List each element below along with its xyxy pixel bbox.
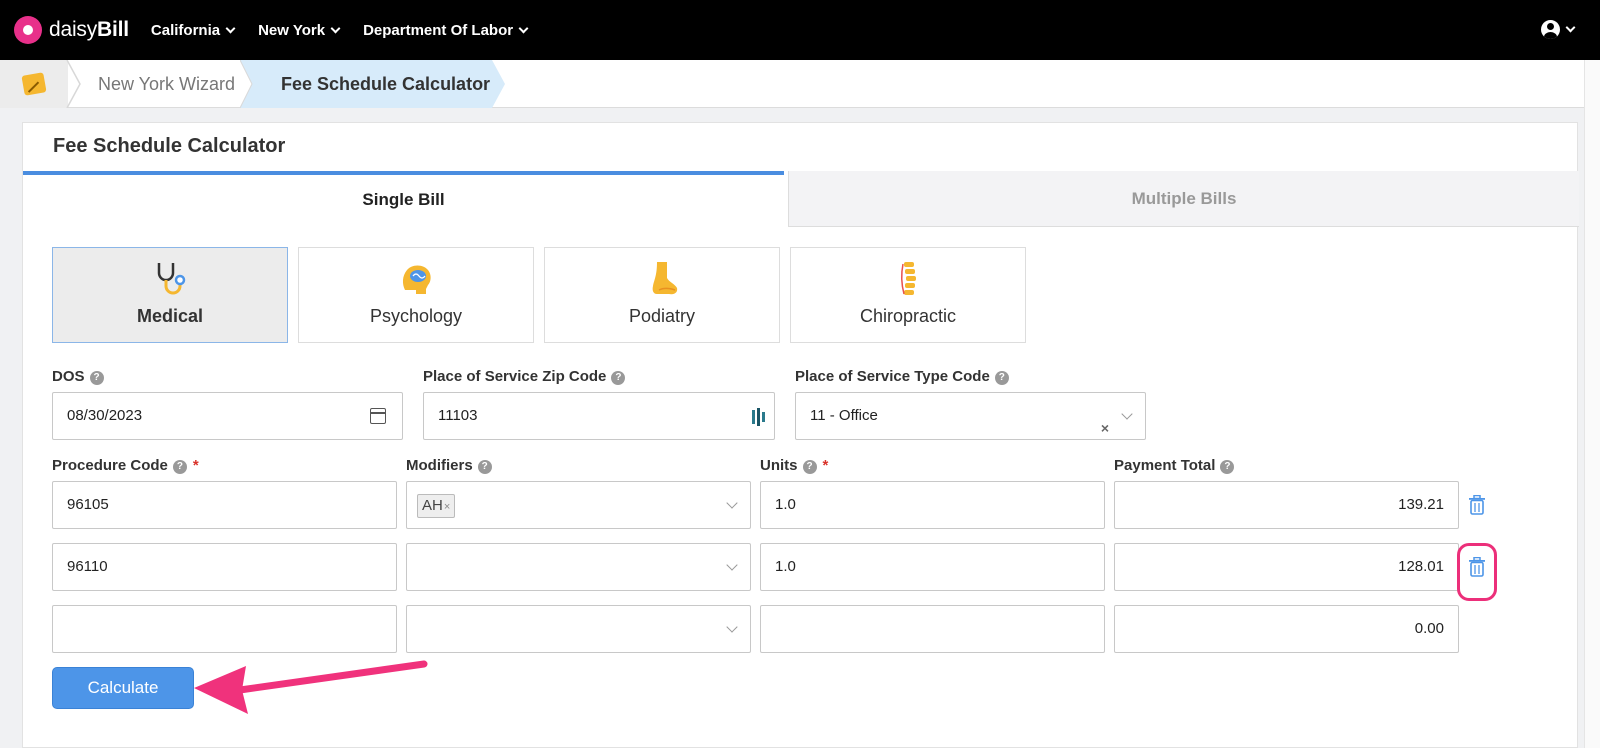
breadcrumb-fee-schedule-calculator: Fee Schedule Calculator <box>281 74 491 94</box>
pos-type-select[interactable]: 11 - Office × <box>795 392 1146 440</box>
nav-california[interactable]: California <box>151 22 236 39</box>
zip-value: 11103 <box>438 407 478 424</box>
spine-icon <box>900 262 916 295</box>
units-input[interactable]: 1.0 <box>760 543 1105 591</box>
chevron-down-icon <box>225 23 236 33</box>
specialty-label: Medical <box>136 306 204 326</box>
dos-label: DOS? <box>52 368 104 385</box>
remove-tag-icon[interactable]: × <box>444 501 450 513</box>
help-icon[interactable]: ? <box>1220 460 1235 474</box>
tab-multiple-bills[interactable]: Multiple Bills <box>788 171 1579 227</box>
procedure-code-input[interactable]: 96105 <box>52 481 397 529</box>
modifiers-select[interactable] <box>406 543 751 591</box>
specialty-medical[interactable]: Medical <box>52 247 288 343</box>
zip-code-input[interactable]: 11103 <box>423 392 775 440</box>
user-circle-icon <box>1541 20 1560 39</box>
zip-label: Place of Service Zip Code? <box>423 368 626 385</box>
help-icon[interactable]: ? <box>802 460 817 474</box>
help-icon[interactable]: ? <box>477 460 492 474</box>
specialty-label: Psychology <box>369 306 463 326</box>
top-nav: daisyBill California New York Department… <box>0 0 1600 60</box>
specialty-label: Podiatry <box>628 306 696 326</box>
procedure-code-input[interactable]: 96110 <box>52 543 397 591</box>
brain-head-icon <box>402 265 431 294</box>
payment-total-output: 128.01 <box>1114 543 1459 591</box>
help-icon[interactable]: ? <box>994 371 1009 385</box>
chevron-down-icon <box>1565 22 1576 33</box>
modifiers-header: Modifiers? <box>406 457 492 474</box>
nav-department-of-labor[interactable]: Department Of Labor <box>363 22 529 39</box>
specialty-label: Chiropractic <box>859 306 957 326</box>
specialty-chiropractic[interactable]: Chiropractic <box>790 247 1026 343</box>
breadcrumb-new-york-wizard[interactable]: New York Wizard <box>98 60 235 108</box>
breadcrumb: New York Wizard Fee Schedule Calculator <box>0 60 1600 108</box>
payment-total-output: 139.21 <box>1114 481 1459 529</box>
chevron-down-icon <box>330 23 341 33</box>
card-title: Fee Schedule Calculator <box>53 135 286 157</box>
user-menu[interactable] <box>1541 20 1576 39</box>
logo-text: daisyBill <box>49 18 129 41</box>
specialty-podiatry[interactable]: Podiatry <box>544 247 780 343</box>
help-icon[interactable]: ? <box>89 371 104 385</box>
dos-value: 08/30/2023 <box>67 407 143 424</box>
modifier-tag[interactable]: AH× <box>417 494 456 518</box>
required-marker: * <box>822 457 829 474</box>
help-icon[interactable]: ? <box>611 371 626 385</box>
chevron-down-icon <box>726 497 738 509</box>
payment-total-header: Payment Total? <box>1114 457 1235 474</box>
wizard-pencil-icon <box>21 72 47 96</box>
procedure-code-header: Procedure Code? * <box>52 457 199 474</box>
calendar-icon[interactable] <box>370 408 386 424</box>
pos-type-label: Place of Service Type Code? <box>795 368 1009 385</box>
highlight-circle <box>1457 543 1497 601</box>
daisy-flower-icon <box>14 16 42 44</box>
units-input[interactable]: 1.0 <box>760 481 1105 529</box>
dos-input[interactable]: 08/30/2023 <box>52 392 403 440</box>
nav-new-york[interactable]: New York <box>258 22 341 39</box>
calculate-button[interactable]: Calculate <box>52 667 194 709</box>
annotation-arrow <box>194 660 428 714</box>
foot-icon <box>652 262 678 295</box>
chevron-down-icon <box>1121 408 1133 420</box>
trash-icon[interactable] <box>1468 495 1486 515</box>
specialty-psychology[interactable]: Psychology <box>298 247 534 343</box>
modifiers-select[interactable]: AH× <box>406 481 751 529</box>
chevron-down-icon <box>726 559 738 571</box>
password-manager-icon[interactable] <box>752 408 766 426</box>
nav-menu: California New York Department Of Labor <box>151 22 551 39</box>
chevron-down-icon <box>726 621 738 633</box>
pos-type-value: 11 - Office <box>810 407 878 424</box>
units-header: Units? * <box>760 457 829 474</box>
breadcrumb-separator <box>66 60 81 108</box>
scrollbar[interactable] <box>1584 60 1600 748</box>
stethoscope-icon <box>157 263 186 295</box>
chevron-down-icon <box>518 23 529 33</box>
procedure-code-input[interactable] <box>52 605 397 653</box>
payment-total-output: 0.00 <box>1114 605 1459 653</box>
breadcrumb-home[interactable] <box>0 60 68 108</box>
modifiers-select[interactable] <box>406 605 751 653</box>
required-marker: * <box>192 457 199 474</box>
clear-icon[interactable]: × <box>1101 405 1109 451</box>
daisybill-logo[interactable]: daisyBill <box>14 16 129 44</box>
tab-single-bill[interactable]: Single Bill <box>23 171 784 227</box>
help-icon[interactable]: ? <box>172 460 187 474</box>
units-input[interactable] <box>760 605 1105 653</box>
